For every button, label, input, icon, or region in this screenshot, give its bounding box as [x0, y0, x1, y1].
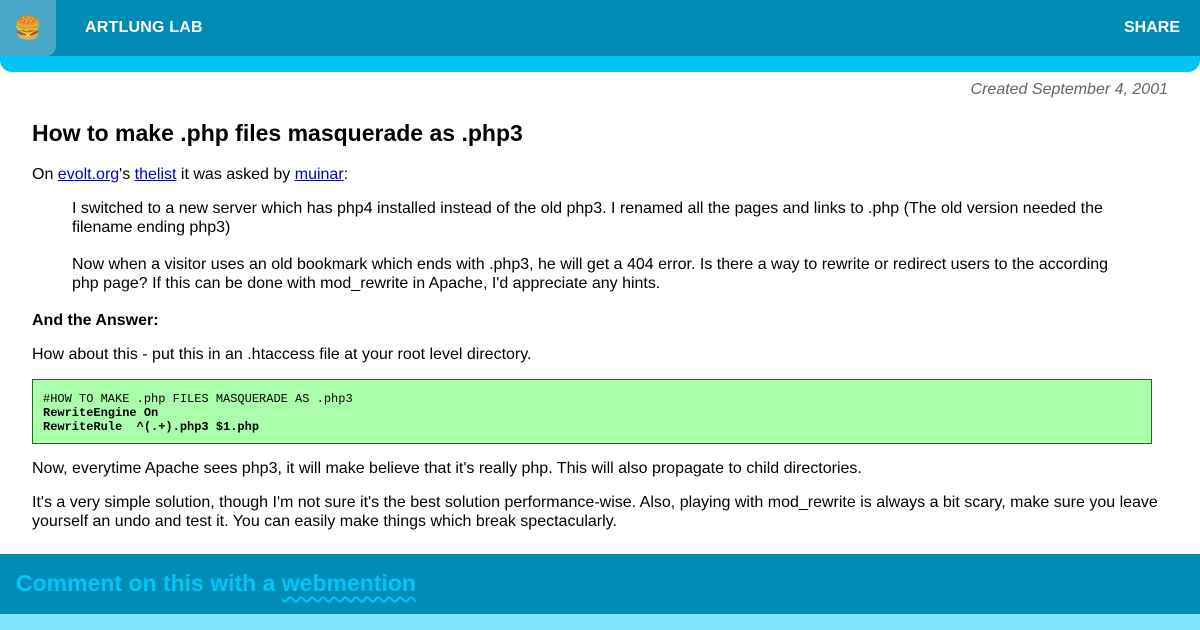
menu-button[interactable]: 🍔: [0, 0, 56, 56]
comment-footer: Comment on this with a webmention: [0, 554, 1200, 614]
share-button[interactable]: SHARE: [1124, 19, 1180, 37]
intro-mid2: it was asked by: [176, 166, 295, 183]
intro-paragraph: On evolt.org's thelist it was asked by m…: [32, 165, 1162, 184]
answer-heading: And the Answer:: [32, 312, 159, 329]
created-date: Created September 4, 2001: [970, 81, 1168, 98]
code-line-rewrite-rule: RewriteRule ^(.+).php3 $1.php: [43, 420, 260, 434]
muinar-link[interactable]: muinar: [295, 166, 344, 183]
caveat-paragraph: It's a very simple solution, though I'm …: [32, 494, 1158, 530]
header-accent-band: 🍔 ARTLUNG LAB SHARE: [0, 0, 1200, 72]
webmention-link[interactable]: webmention: [282, 570, 416, 596]
intro-prefix: On: [32, 166, 58, 183]
site-header: 🍔 ARTLUNG LAB SHARE: [0, 0, 1200, 56]
quote-paragraph-1: I switched to a new server which has php…: [72, 200, 1103, 236]
evolt-link[interactable]: evolt.org: [58, 166, 119, 183]
code-line-comment: #HOW TO MAKE .php FILES MASQUERADE AS .p…: [43, 392, 353, 406]
article-content: How to make .php files masquerade as .ph…: [32, 118, 1162, 546]
comment-heading: Comment on this with a webmention: [16, 570, 416, 597]
code-block: #HOW TO MAKE .php FILES MASQUERADE AS .p…: [32, 379, 1152, 444]
intro-suffix: :: [343, 166, 349, 183]
explanation-paragraph: Now, everytime Apache sees php3, it will…: [32, 460, 862, 477]
answer-intro: How about this - put this in an .htacces…: [32, 346, 532, 363]
site-title-link[interactable]: ARTLUNG LAB: [85, 19, 203, 37]
question-quote: I switched to a new server which has php…: [72, 199, 1117, 293]
quote-paragraph-2: Now when a visitor uses an old bookmark …: [72, 256, 1109, 292]
intro-mid1: 's: [119, 166, 135, 183]
comment-heading-text: Comment on this with a: [16, 570, 282, 596]
code-line-rewrite-engine: RewriteEngine On: [43, 406, 159, 420]
footer-bottom-band: [0, 614, 1200, 630]
thelist-link[interactable]: thelist: [135, 166, 177, 183]
hamburger-icon: 🍔: [14, 15, 42, 40]
page-title: How to make .php files masquerade as .ph…: [32, 120, 523, 146]
